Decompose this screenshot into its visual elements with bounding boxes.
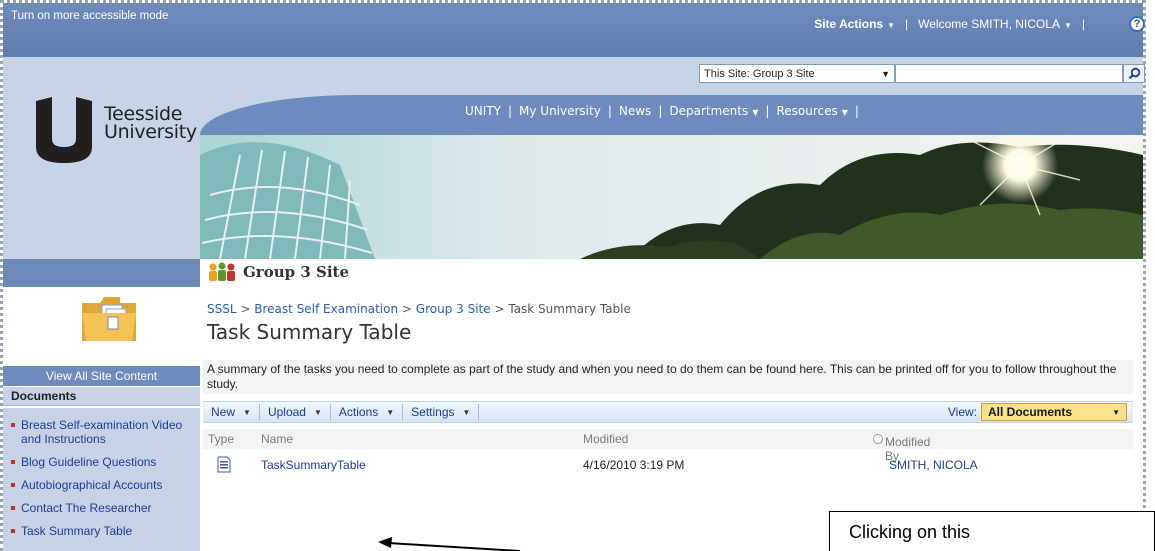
annotation-callout: Clicking on this bbox=[829, 511, 1155, 551]
annotation-arrow bbox=[378, 537, 521, 551]
